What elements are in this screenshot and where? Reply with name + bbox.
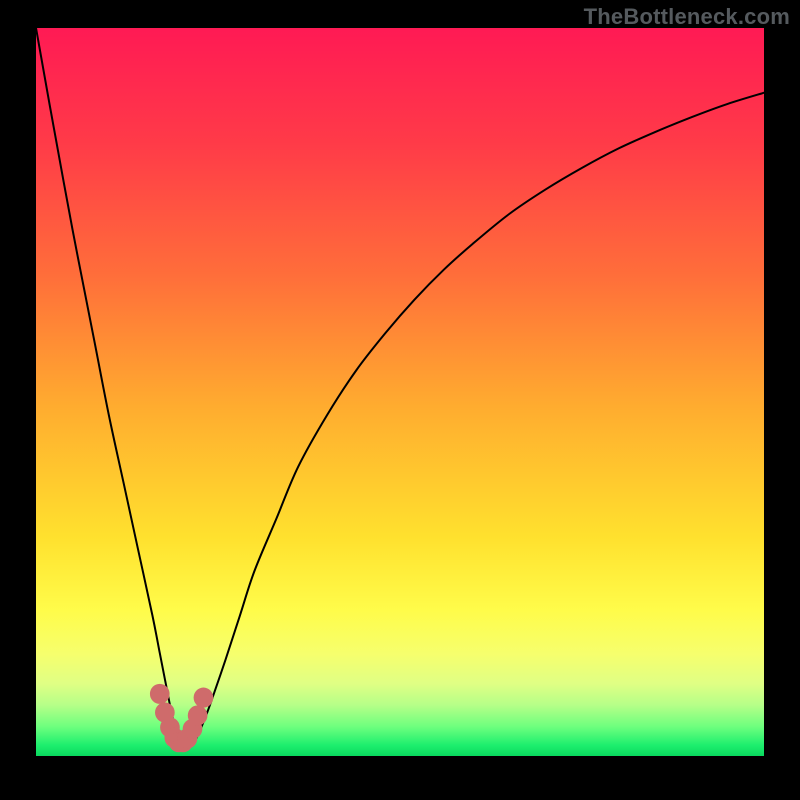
marker-cluster — [150, 684, 213, 752]
plot-area — [36, 28, 764, 772]
bottleneck-curve — [36, 28, 764, 746]
chart-layer — [36, 28, 764, 772]
outer-frame: TheBottleneck.com — [0, 0, 800, 800]
marker-dot — [150, 684, 170, 704]
marker-dot — [188, 705, 208, 725]
attribution-text: TheBottleneck.com — [584, 4, 790, 30]
marker-dot — [194, 688, 214, 708]
